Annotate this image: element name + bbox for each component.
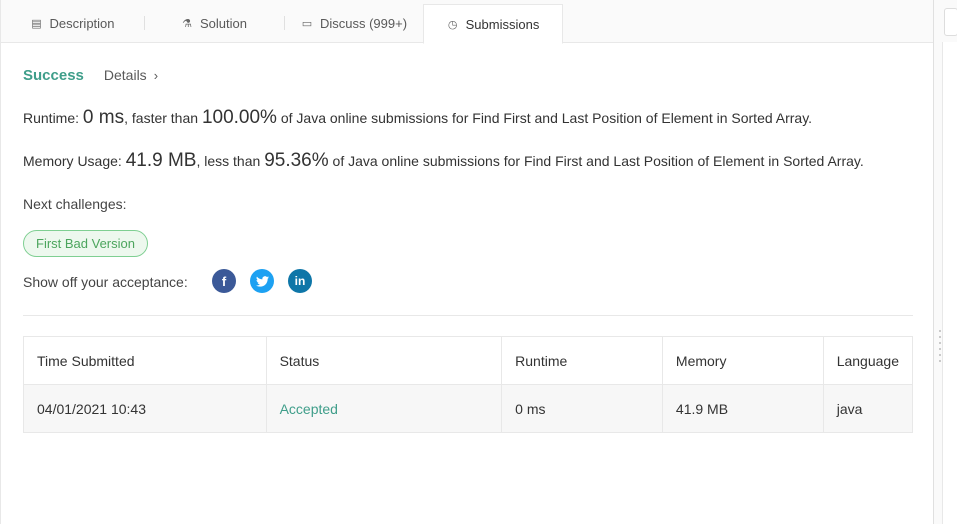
cell-runtime: 0 ms [501, 384, 663, 433]
table-row[interactable]: 04/01/2021 10:43 Accepted 0 ms 41.9 MB j… [23, 384, 914, 433]
editor-panel-edge [942, 42, 957, 524]
status-row: Success Details › [23, 67, 158, 84]
tab-label: Discuss (999+) [319, 16, 408, 31]
tab-submissions[interactable]: ◷ Submissions [423, 4, 563, 44]
details-link[interactable]: Details › [104, 67, 158, 83]
details-label: Details [103, 67, 147, 83]
memory-label: Memory Usage: [23, 153, 122, 169]
runtime-stat: Runtime: 0 ms, faster than 100.00% of Ja… [23, 107, 812, 129]
runtime-value: 0 ms [82, 107, 125, 128]
flask-icon: ⚗ [182, 18, 192, 30]
runtime-percent: 100.00% [201, 107, 277, 128]
cell-time-submitted: 04/01/2021 10:43 [23, 384, 267, 433]
clock-icon: ◷ [447, 18, 458, 31]
tab-description[interactable]: ▤ Description [1, 4, 144, 43]
discuss-icon: ▭ [301, 18, 313, 30]
tab-label: Solution [200, 16, 247, 31]
side-panel-button[interactable] [944, 8, 957, 36]
facebook-icon[interactable]: f [212, 269, 236, 293]
column-header-language: Language [822, 336, 914, 385]
runtime-label: Runtime: [23, 110, 80, 126]
memory-value: 41.9 MB [125, 150, 197, 171]
tab-solution[interactable]: ⚗ Solution [144, 4, 284, 43]
memory-percent: 95.36% [264, 150, 329, 171]
column-header-memory: Memory [661, 336, 824, 385]
submissions-table: Time Submitted Status Runtime Memory Lan… [23, 336, 914, 433]
status-success: Success [23, 67, 84, 84]
tab-label: Description [49, 16, 115, 31]
chevron-right-icon: › [153, 68, 159, 83]
memory-middle: , less than [196, 153, 261, 169]
description-icon: ▤ [31, 18, 42, 30]
challenge-tag-first-bad-version[interactable]: First Bad Version [23, 230, 148, 257]
column-header-runtime: Runtime [501, 336, 663, 385]
linkedin-icon[interactable]: in [288, 269, 312, 293]
divider [23, 315, 913, 316]
submissions-panel: ▤ Description ⚗ Solution ▭ Discuss (999+… [0, 0, 934, 524]
tab-bar: ▤ Description ⚗ Solution ▭ Discuss (999+… [1, 0, 934, 44]
memory-stat: Memory Usage: 41.9 MB, less than 95.36% … [23, 150, 864, 172]
tab-discuss[interactable]: ▭ Discuss (999+) [284, 4, 424, 43]
runtime-middle: , faster than [124, 110, 199, 126]
next-challenges-label: Next challenges: [23, 196, 127, 212]
twitter-bird-glyph [255, 275, 269, 287]
column-header-status: Status [265, 336, 503, 385]
cell-language: java [822, 384, 914, 433]
status-accepted-link[interactable]: Accepted [265, 384, 503, 433]
cell-memory: 41.9 MB [661, 384, 824, 433]
table-header-row: Time Submitted Status Runtime Memory Lan… [23, 336, 914, 385]
tab-label: Submissions [465, 16, 540, 32]
runtime-suffix: of Java online submissions for Find Firs… [280, 110, 813, 126]
share-label: Show off your acceptance: [23, 274, 188, 290]
twitter-icon[interactable] [250, 269, 274, 293]
memory-suffix: of Java online submissions for Find Firs… [332, 153, 864, 169]
column-header-time: Time Submitted [23, 336, 267, 385]
